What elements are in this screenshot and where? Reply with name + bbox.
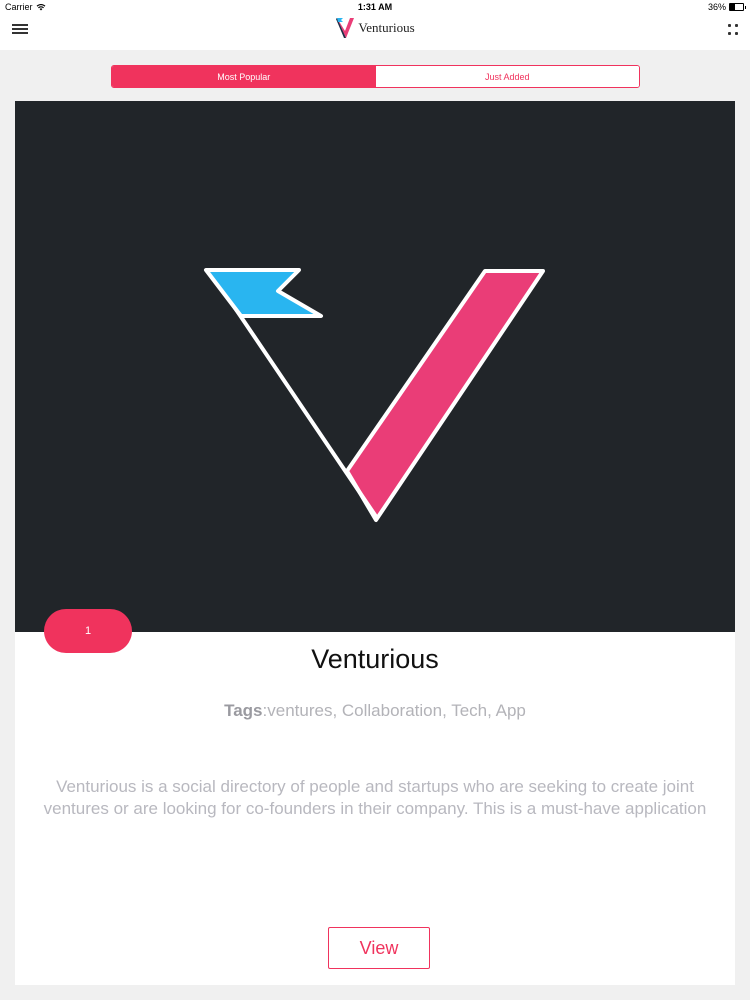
tab-most-popular[interactable]: Most Popular bbox=[112, 66, 376, 87]
status-bar: Carrier 1:31 AM 36% bbox=[0, 0, 750, 14]
battery-indicator: 36% bbox=[707, 2, 746, 12]
tags-label: Tags bbox=[224, 701, 263, 720]
battery-percent: 36% bbox=[707, 2, 726, 12]
brand-name: Venturious bbox=[358, 20, 415, 35]
hero-image bbox=[15, 101, 735, 632]
venture-description: Venturious is a social directory of peop… bbox=[43, 777, 707, 818]
tab-just-added[interactable]: Just Added bbox=[375, 66, 639, 87]
grid-view-icon[interactable] bbox=[728, 24, 740, 36]
venture-title: Venturious bbox=[311, 644, 439, 674]
venturious-logo-icon bbox=[336, 18, 355, 38]
view-button[interactable]: View bbox=[328, 927, 430, 969]
battery-icon bbox=[729, 3, 746, 11]
venture-tags: Tags:ventures, Collaboration, Tech, App bbox=[15, 701, 735, 721]
segmented-control: Most Popular Just Added bbox=[111, 65, 640, 88]
navigation-bar: Venturious bbox=[0, 14, 750, 50]
venture-card: 1 Venturious Tags:ventures, Collaboratio… bbox=[15, 101, 735, 985]
clock: 1:31 AM bbox=[357, 2, 393, 12]
brand-logo: Venturious bbox=[0, 14, 750, 42]
venturious-logo-image bbox=[204, 268, 545, 522]
tags-value: ventures, Collaboration, Tech, App bbox=[267, 701, 526, 720]
